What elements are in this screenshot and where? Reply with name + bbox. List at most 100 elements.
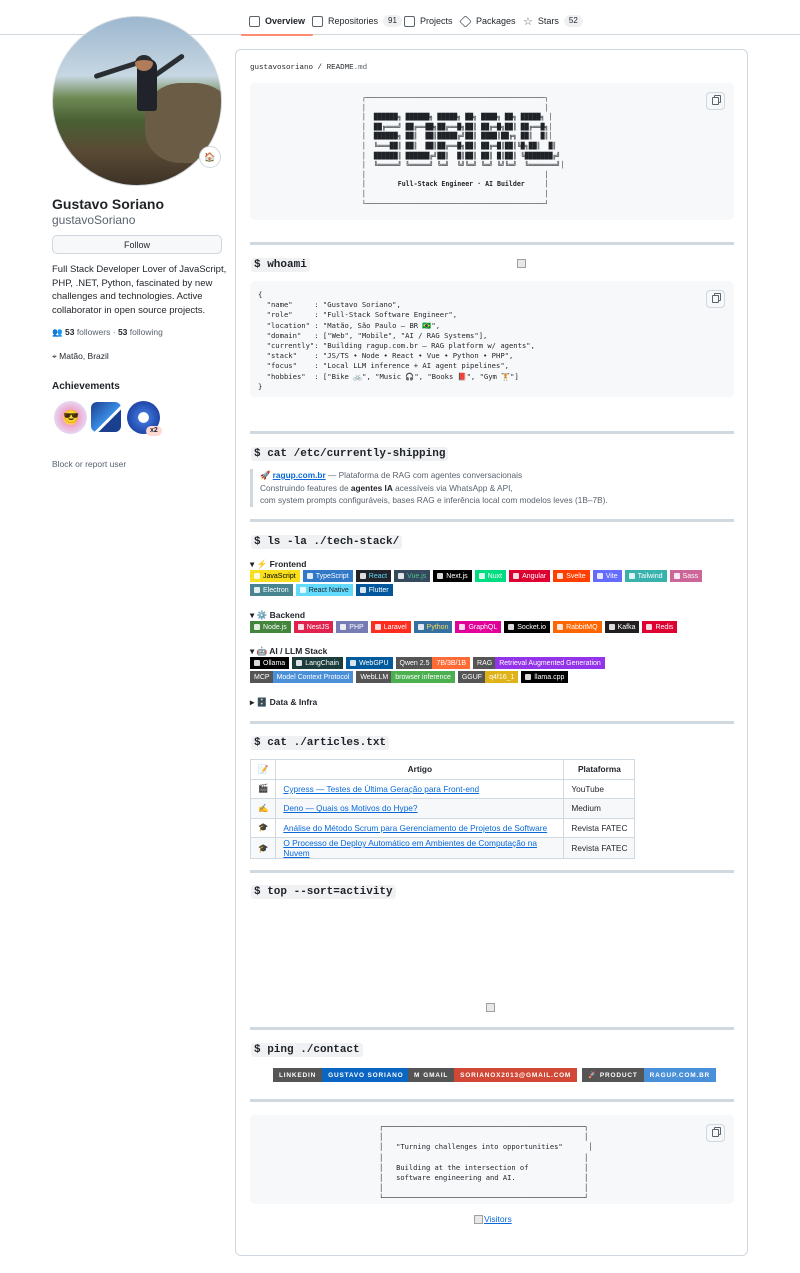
contact-heading: $ ping ./contact — [251, 1043, 363, 1057]
readme-path: gustavosoriano / README.md — [250, 64, 368, 72]
follow-button[interactable]: Follow — [52, 235, 222, 254]
tech-logo-icon — [350, 660, 357, 666]
article-platform: Medium — [563, 798, 636, 819]
shipping-heading: $ cat /etc/currently-shipping — [251, 447, 449, 461]
table-row: 🎓 O Processo de Deploy Automático em Ambi… — [249, 837, 636, 859]
banner-ascii-art: ┌───────────────────────────────────────… — [362, 94, 565, 208]
frontend-badge-flutter: Flutter — [355, 584, 393, 596]
block-report-link[interactable]: Block or report user — [52, 459, 126, 469]
article-platform: YouTube — [563, 778, 636, 799]
frontend-badges: JavaScript TypeScript React Vue.js Next.js Nu… — [250, 570, 740, 596]
readme-card: gustavosoriano / README.md ┌────────────… — [235, 49, 748, 1256]
house-icon: 🏠 — [204, 151, 216, 162]
article-link[interactable]: Deno — Quais os Motivos do Hype? — [283, 803, 417, 813]
achievement-pull-shark[interactable] — [91, 402, 121, 432]
frontend-badge-next-js: Next.js — [433, 570, 472, 582]
article-link[interactable]: Cypress — Testes de Última Geração para … — [283, 784, 479, 794]
tech-logo-icon — [478, 573, 485, 579]
frontend-badge-svelte: Svelte — [553, 570, 590, 582]
profile-location: ⌖ Matão, Brazil — [52, 351, 109, 361]
ai-badge-qwen-2-5: Qwen 2.5 7B/3B/1B — [395, 657, 471, 669]
achievements-title[interactable]: Achievements — [52, 381, 120, 392]
rocket-icon: 🚀 — [260, 470, 271, 480]
top-heading: $ top --sort=activity — [251, 885, 396, 899]
tech-logo-icon — [437, 573, 444, 579]
status-emoji-button[interactable]: 🏠 — [199, 146, 221, 168]
tech-logo-icon — [299, 587, 306, 593]
contact-badge-product[interactable]: 🚀 PRODUCT RAGUP.COM.BR — [582, 1068, 717, 1082]
contact-badge-gmail[interactable]: M GMAIL SORIANOX2013@GMAIL.COM — [408, 1068, 578, 1082]
tech-logo-icon — [296, 660, 303, 666]
ragup-link[interactable]: ragup.com.br — [273, 470, 326, 480]
ai-badge-ollama: Ollama — [250, 657, 290, 669]
tab-packages[interactable]: Packages — [459, 9, 516, 33]
frontend-summary[interactable]: ▾ ⚡ Frontend — [250, 559, 306, 570]
backend-badge-rabbitmq: RabbitMQ — [553, 621, 602, 633]
ai-badge-mcp: MCP Model Context Protocol — [250, 671, 354, 683]
broken-image-icon — [517, 259, 526, 268]
backend-badge-socket-io: Socket.io — [504, 621, 551, 633]
broken-image-icon — [486, 1003, 495, 1012]
copy-button[interactable] — [706, 1124, 725, 1142]
ai-badge-llama-cpp: llama.cpp — [521, 671, 569, 683]
tech-logo-icon — [340, 624, 347, 630]
copy-icon — [712, 97, 719, 105]
article-type-icon: 🎓 — [249, 817, 277, 838]
tab-overview[interactable]: Overview — [240, 9, 314, 36]
ai-summary[interactable]: ▾ 🤖 AI / LLM Stack — [250, 646, 327, 657]
achievement-count-badge: x2 — [146, 426, 162, 436]
ai-badges: Ollama LangChain WebGPU Qwen 2.5 7B/3B/1B RAG… — [250, 657, 700, 683]
backend-badge-php: PHP — [336, 621, 368, 633]
table-row: 🎓 Análise do Método Scrum para Gerenciame… — [249, 817, 636, 838]
frontend-badge-electron: Electron — [250, 584, 293, 596]
tech-logo-icon — [673, 573, 680, 579]
frontend-badge-angular: Angular — [509, 570, 551, 582]
tab-projects[interactable]: Projects — [404, 9, 453, 33]
tech-logo-icon — [525, 674, 532, 680]
banner-code-block: ┌───────────────────────────────────────… — [250, 83, 734, 220]
article-link[interactable]: O Processo de Deploy Automático em Ambie… — [283, 838, 537, 858]
shipping-quote: 🚀 ragup.com.br — Plataforma de RAG com a… — [250, 469, 608, 507]
articles-table: 📝 Artigo Plataforma 🎬 Cypress — Testes de… — [249, 759, 636, 859]
visitors-badge-link[interactable]: Visitors — [474, 1214, 512, 1225]
article-link[interactable]: Análise do Método Scrum para Gerenciamen… — [283, 823, 547, 833]
backend-badge-node-js: Node.js — [250, 621, 291, 633]
tab-stars[interactable]: ☆ Stars 52 — [523, 9, 583, 33]
tech-logo-icon — [628, 573, 635, 579]
tech-logo-icon — [359, 587, 366, 593]
frontend-badge-nuxt: Nuxt — [474, 570, 507, 582]
tech-logo-icon — [254, 660, 260, 666]
backend-badge-kafka: Kafka — [604, 621, 640, 633]
backend-summary[interactable]: ▾ ⚙️ Backend — [250, 610, 305, 621]
frontend-badge-sass: Sass — [669, 570, 703, 582]
backend-badge-python: Python — [413, 621, 453, 633]
backend-badge-redis: Redis — [642, 621, 678, 633]
ai-badge-webgpu: WebGPU — [346, 657, 393, 669]
achievement-starstruck[interactable]: 😎 — [54, 401, 87, 434]
frontend-badge-react: React — [355, 570, 392, 582]
data-infra-summary[interactable]: ▸ 🗄️ Data & Infra — [250, 697, 317, 708]
profile-bio: Full Stack Developer Lover of JavaScript… — [52, 264, 227, 316]
article-platform: Revista FATEC — [563, 837, 636, 859]
followers-link[interactable]: 53 followers — [65, 327, 110, 337]
stars-count: 52 — [563, 15, 583, 27]
copy-button[interactable] — [706, 290, 725, 308]
frontend-badge-react-native: React Native — [295, 584, 353, 596]
articles-heading: $ cat ./articles.txt — [251, 736, 390, 750]
following-link[interactable]: 53 following — [118, 327, 163, 337]
tech-logo-icon — [459, 624, 466, 630]
tech-logo-icon — [306, 573, 313, 579]
ai-badge-webllm: WebLLM browser inference — [356, 671, 455, 683]
starstruck-icon: 😎 — [63, 409, 80, 424]
table-icon — [404, 15, 415, 27]
backend-badge-graphql: GraphQL — [455, 621, 502, 633]
article-type-icon: 🎓 — [249, 837, 277, 859]
repositories-count: 91 — [383, 15, 402, 27]
copy-button[interactable] — [706, 92, 725, 110]
tech-logo-icon — [359, 573, 366, 579]
broken-image-icon — [474, 1215, 483, 1225]
tab-repositories[interactable]: Repositories 91 — [312, 9, 402, 33]
contact-badge-linkedin[interactable]: LINKEDIN GUSTAVO SORIANO — [273, 1068, 410, 1082]
avatar[interactable] — [52, 16, 222, 186]
backend-badge-nestjs: NestJS — [293, 621, 334, 633]
